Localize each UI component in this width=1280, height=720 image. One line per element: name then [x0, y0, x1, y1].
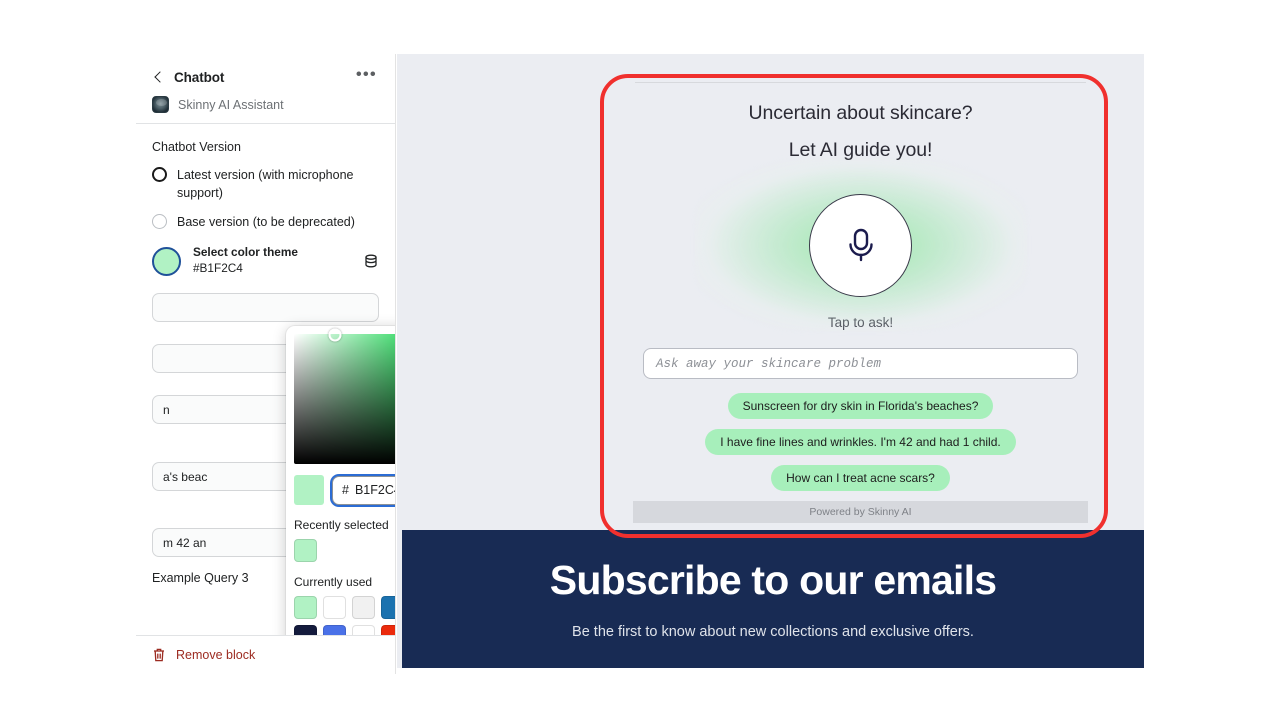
select-color-theme-row[interactable]: Select color theme #B1F2C4	[152, 245, 379, 277]
chat-input[interactable]: Ask away your skincare problem	[643, 348, 1078, 380]
color-swatch[interactable]	[352, 596, 375, 619]
recently-selected-label: Recently selected	[294, 518, 389, 532]
hash-symbol: #	[342, 483, 349, 497]
saturation-value-area[interactable]	[294, 328, 395, 464]
radio-indicator[interactable]	[152, 214, 167, 230]
subscribe-subtitle: Be the first to know about new collectio…	[572, 623, 974, 640]
chat-input-placeholder: Ask away your skincare problem	[656, 356, 882, 371]
chatbot-headline: Uncertain about skincare? Let AI guide y…	[633, 83, 1088, 169]
chatbot-version-label: Chatbot Version	[152, 140, 241, 154]
subscribe-section: Subscribe to our emails Be the first to …	[402, 530, 1144, 668]
hidden-field-value: m 42 an	[163, 535, 207, 550]
microphone-icon	[848, 228, 873, 262]
chip-row: I have fine lines and wrinkles. I'm 42 a…	[633, 429, 1088, 456]
chevron-left-icon[interactable]	[152, 70, 166, 84]
sidebar-title-row: Chatbot •••	[152, 64, 379, 90]
headline-line-1: Uncertain about skincare?	[748, 102, 973, 124]
database-icon[interactable]	[363, 253, 379, 269]
chip-row: Sunscreen for dry skin in Florida's beac…	[633, 393, 1088, 420]
radio-option-base-version[interactable]: Base version (to be deprecated)	[152, 213, 379, 231]
microphone-area	[633, 160, 1088, 331]
recently-selected-swatches	[294, 539, 395, 562]
suggestion-chip[interactable]: How can I treat acne scars?	[771, 465, 950, 492]
color-swatch[interactable]	[323, 596, 346, 619]
chatbot-settings-sidebar: Chatbot ••• Skinny AI Assistant Chatbot …	[136, 54, 396, 674]
remove-block-label: Remove block	[176, 648, 256, 662]
page-title: Chatbot	[174, 69, 225, 85]
color-theme-title: Select color theme	[193, 245, 298, 260]
radio-option-latest-version[interactable]: Latest version (with microphone support)	[152, 166, 379, 202]
color-theme-text: Select color theme #B1F2C4	[193, 245, 363, 277]
hidden-field[interactable]	[152, 293, 379, 323]
color-theme-swatch[interactable]	[152, 246, 181, 276]
remove-block-button[interactable]: Remove block	[152, 647, 379, 663]
radio-label: Base version (to be deprecated)	[177, 215, 355, 230]
app-identity-row: Skinny AI Assistant	[152, 96, 379, 123]
hidden-field-value: n	[163, 402, 170, 417]
suggestion-chip[interactable]: I have fine lines and wrinkles. I'm 42 a…	[705, 429, 1016, 456]
chatbot-widget: Uncertain about skincare? Let AI guide y…	[633, 82, 1088, 524]
saturation-value-handle[interactable]	[328, 328, 342, 342]
sidebar-header: Chatbot ••• Skinny AI Assistant	[136, 54, 395, 123]
suggestion-chip[interactable]: Sunscreen for dry skin in Florida's beac…	[727, 393, 994, 420]
color-swatch[interactable]	[381, 596, 395, 619]
suggestion-chips: Sunscreen for dry skin in Florida's beac…	[633, 393, 1088, 492]
avatar	[152, 96, 169, 113]
subscribe-title: Subscribe to our emails	[549, 557, 997, 604]
color-picker-canvas-row	[294, 328, 395, 464]
ellipsis-icon[interactable]: •••	[354, 67, 379, 86]
chip-row: How can I treat acne scars?	[633, 465, 1088, 492]
trash-icon	[154, 648, 164, 662]
app-name-label: Skinny AI Assistant	[178, 97, 284, 112]
color-theme-hex: #B1F2C4	[193, 261, 243, 276]
powered-by-label: Powered by Skinny AI	[633, 501, 1088, 524]
hex-preview-swatch	[294, 475, 324, 505]
app-screenshot: Chatbot ••• Skinny AI Assistant Chatbot …	[0, 0, 1280, 720]
sidebar-footer: Remove block	[136, 635, 395, 674]
color-swatch[interactable]	[294, 596, 317, 619]
hex-input[interactable]: # B1F2C4	[332, 475, 395, 505]
color-swatch[interactable]	[294, 539, 317, 562]
radio-label: Latest version (with microphone support)	[177, 168, 354, 201]
hex-row: # B1F2C4	[294, 475, 395, 505]
color-picker-popover: # B1F2C4 Recently selected Currently use…	[286, 326, 395, 658]
currently-used-label: Currently used	[294, 575, 373, 589]
microphone-button[interactable]	[809, 193, 912, 297]
divider	[136, 123, 395, 124]
hidden-field-value: a's beac	[163, 469, 208, 484]
radio-indicator[interactable]	[152, 167, 167, 182]
hex-input-value: B1F2C4	[354, 483, 395, 497]
